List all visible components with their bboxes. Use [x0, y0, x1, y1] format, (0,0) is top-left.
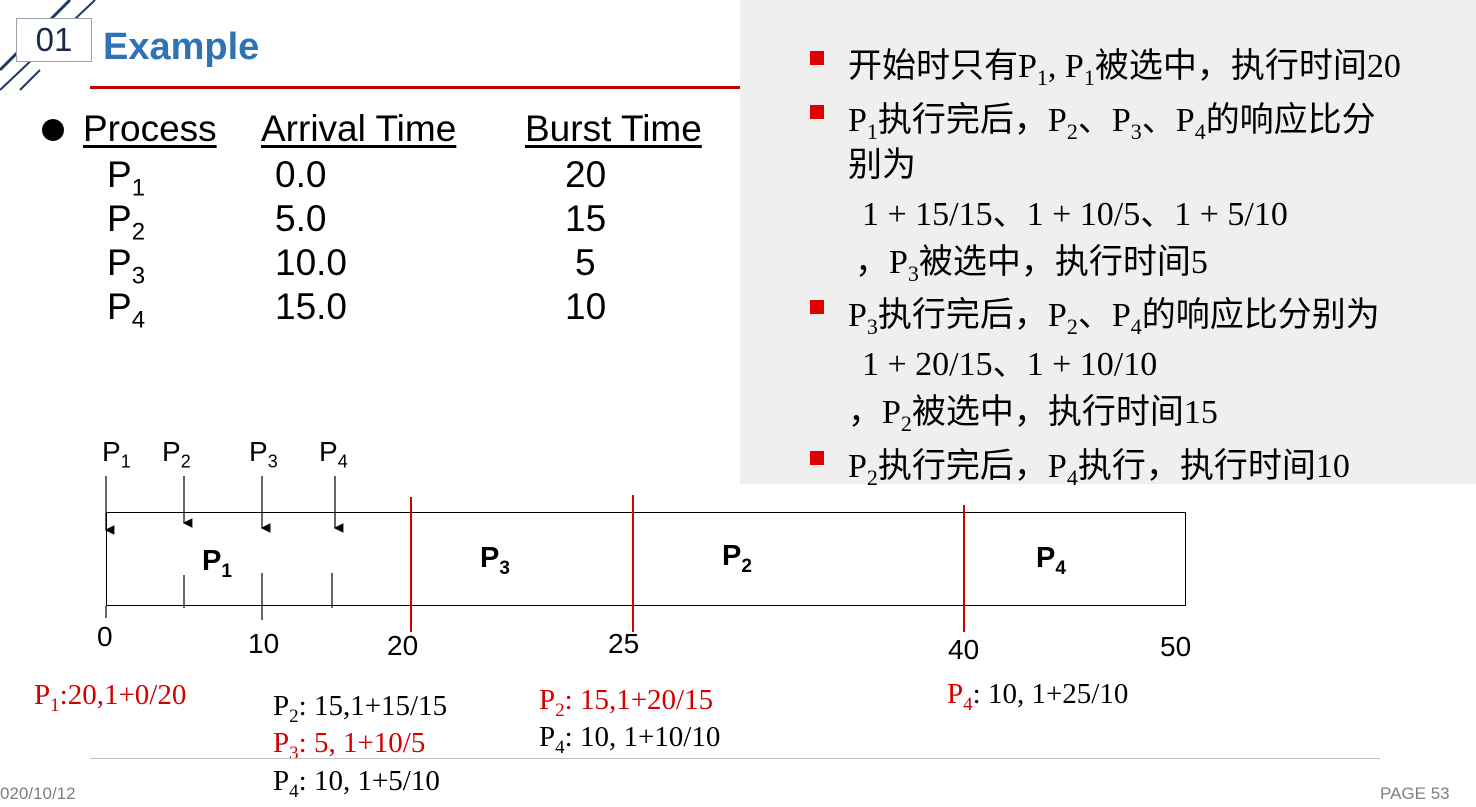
ratio-note: P1:20,1+0/20 [34, 679, 187, 716]
gantt-block-p1: P1 [202, 545, 232, 582]
footer-divider [90, 758, 1380, 759]
tick-label: 20 [387, 630, 419, 661]
tick-label: 25 [608, 628, 640, 659]
ratio-note: P2: 15,1+20/15 [539, 684, 714, 721]
gantt-lines [104, 476, 965, 632]
ratio-note: P4: 10, 1+5/10 [273, 765, 440, 802]
tick-label: 10 [248, 628, 280, 659]
tick-label: 0 [97, 621, 113, 652]
gantt-block-p4: P4 [1036, 542, 1066, 579]
page-number: PAGE 53 [1380, 784, 1450, 803]
ratio-note: P3: 5, 1+10/5 [273, 727, 426, 764]
ratio-note: P4: 10, 1+25/10 [947, 678, 1129, 715]
ratio-note: P2: 15,1+15/15 [273, 690, 448, 727]
ratio-note: P4: 10, 1+10/10 [539, 721, 721, 758]
gantt-block-p3: P3 [480, 542, 510, 579]
gantt-block-p2: P2 [722, 540, 752, 577]
tick-label: 40 [948, 634, 980, 665]
footer-date: 020/10/12 [0, 784, 76, 803]
tick-label: 50 [1160, 631, 1192, 662]
